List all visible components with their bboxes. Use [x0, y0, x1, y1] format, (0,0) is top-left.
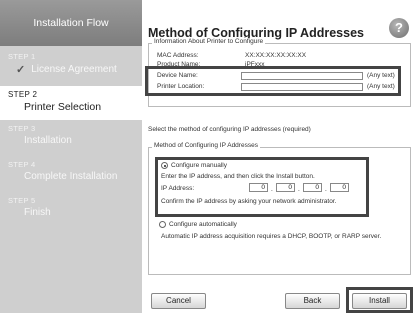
device-name-hint: (Any text) [367, 72, 395, 79]
device-fields-highlight [145, 66, 401, 96]
step-number: STEP 1 [8, 52, 36, 61]
auto-description: Automatic IP address acquisition require… [161, 233, 382, 240]
manual-description: Enter the IP address, and then click the… [161, 173, 315, 180]
ip-method-group: Method of Configuring IP Addresses Confi… [148, 142, 411, 275]
device-name-label: Device Name: [157, 72, 198, 79]
step-number: STEP 2 [8, 90, 38, 99]
ip-address-label: IP Address: [161, 185, 195, 192]
main-panel: Method of Configuring IP Addresses ? Inf… [142, 0, 414, 313]
configure-manually-radio[interactable] [161, 162, 168, 169]
step-number: STEP 4 [8, 160, 36, 169]
printer-location-label: Printer Location: [157, 83, 205, 90]
mac-address-row: MAC Address: XX:XX:XX:XX:XX:XX [157, 52, 306, 59]
sidebar-step-license-agreement: STEP 1 ✓ License Agreement [0, 52, 142, 86]
step-title: Installation [24, 135, 72, 146]
checkmark-icon: ✓ [16, 64, 26, 76]
printer-info-group: Information About Printer to Configure M… [145, 38, 411, 107]
sidebar-step-complete-installation: STEP 4 Complete Installation [0, 160, 142, 182]
ip-method-legend: Method of Configuring IP Addresses [152, 142, 260, 149]
sidebar-step-printer-selection: STEP 2 Printer Selection [0, 86, 142, 120]
configure-manually-label: Configure manually [171, 162, 228, 169]
installation-flow-sidebar: Installation Flow STEP 1 ✓ License Agree… [0, 0, 142, 313]
help-icon[interactable]: ? [389, 18, 409, 38]
ip-octet-2-input[interactable]: 0 [276, 183, 295, 192]
ip-octet-1-input[interactable]: 0 [249, 183, 268, 192]
select-method-instruction: Select the method of configuring IP addr… [148, 126, 311, 133]
printer-location-input[interactable] [241, 83, 363, 91]
sidebar-step-installation: STEP 3 Installation [0, 124, 142, 146]
configure-automatically-option[interactable]: Configure automatically [159, 221, 237, 228]
configure-automatically-label: Configure automatically [169, 221, 237, 228]
configure-manually-option[interactable]: Configure manually [161, 162, 227, 169]
step-number: STEP 5 [8, 196, 36, 205]
printer-location-hint: (Any text) [367, 83, 395, 90]
step-title: Complete Installation [24, 171, 118, 182]
sidebar-step-finish: STEP 5 Finish [0, 196, 142, 218]
ip-octet-3-input[interactable]: 0 [303, 183, 322, 192]
device-name-input[interactable] [241, 72, 363, 80]
sidebar-header: Installation Flow [0, 0, 142, 46]
cancel-button[interactable]: Cancel [151, 293, 206, 309]
printer-info-legend: Information About Printer to Configure [152, 38, 266, 45]
ip-octet-4-input[interactable]: 0 [330, 183, 349, 192]
step-title: Printer Selection [24, 101, 102, 113]
mac-address-value: XX:XX:XX:XX:XX:XX [245, 52, 307, 59]
step-title: License Agreement [31, 64, 117, 75]
configure-automatically-radio[interactable] [159, 221, 166, 228]
back-button[interactable]: Back [285, 293, 340, 309]
mac-address-label: MAC Address: [157, 52, 199, 59]
step-number: STEP 3 [8, 124, 36, 133]
confirm-ip-note: Confirm the IP address by asking your ne… [161, 198, 337, 205]
step-title: Finish [24, 207, 51, 218]
install-button[interactable]: Install [352, 293, 407, 309]
